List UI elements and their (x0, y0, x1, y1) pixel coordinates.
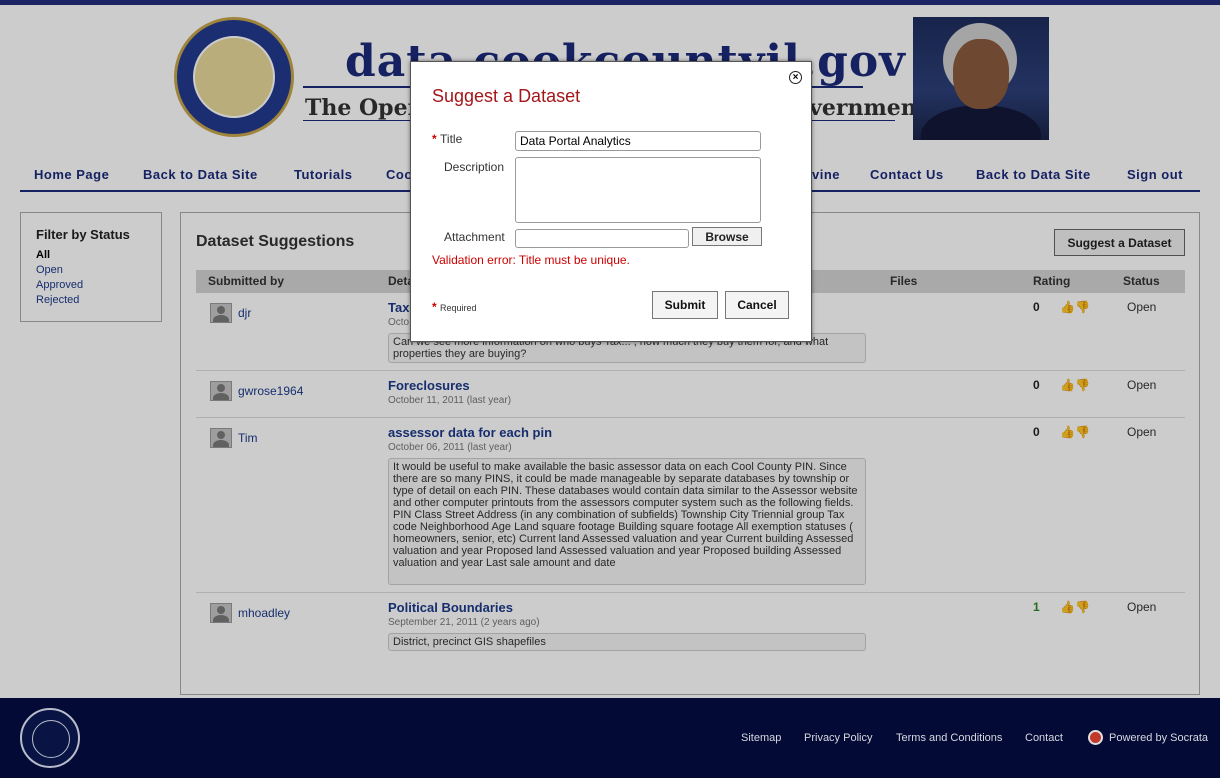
submit-button[interactable]: Submit (652, 291, 718, 319)
description-input[interactable] (515, 157, 761, 223)
attachment-field-label: Attachment (444, 230, 505, 244)
footer-privacy-link[interactable]: Privacy Policy (804, 732, 872, 744)
title-input[interactable] (515, 131, 761, 151)
title-field-label: * Title (432, 132, 463, 146)
attachment-input[interactable] (515, 229, 689, 248)
socrata-icon (1088, 730, 1103, 745)
suggest-dataset-dialog: × Suggest a Dataset * Title Description … (410, 61, 812, 342)
footer-socrata-link[interactable]: Powered by Socrata (1109, 732, 1208, 744)
county-seal-footer-logo (20, 708, 80, 768)
cancel-button[interactable]: Cancel (725, 291, 789, 319)
validation-error: Validation error: Title must be unique. (432, 253, 630, 267)
footer-terms-link[interactable]: Terms and Conditions (896, 732, 1002, 744)
browse-button[interactable]: Browse (692, 227, 762, 246)
footer-sitemap-link[interactable]: Sitemap (741, 732, 781, 744)
footer: Sitemap Privacy Policy Terms and Conditi… (0, 698, 1220, 778)
dialog-title: Suggest a Dataset (432, 86, 581, 106)
description-field-label: Description (444, 160, 505, 174)
footer-contact-link[interactable]: Contact (1025, 732, 1063, 744)
close-icon[interactable]: × (789, 71, 802, 84)
required-note: * Required (432, 300, 477, 314)
